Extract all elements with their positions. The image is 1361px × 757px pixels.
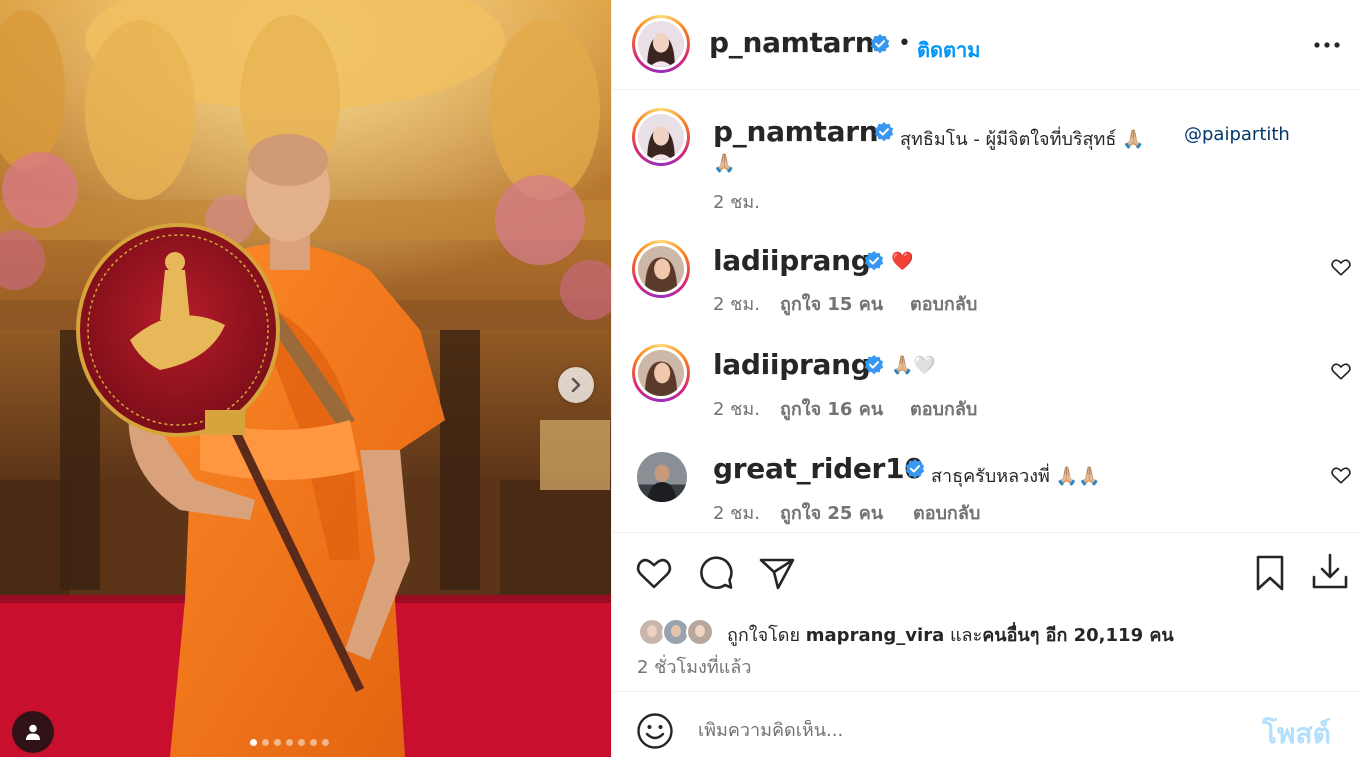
likes-user-link[interactable]: maprang_vira (806, 625, 944, 646)
comment-username[interactable]: ladiiprang (713, 244, 871, 277)
author-username[interactable]: p_namtarn (709, 26, 875, 59)
caption-text-continued: 🙏🏼 (713, 153, 736, 174)
next-arrow-icon (571, 377, 581, 393)
more-options-button[interactable] (1312, 30, 1342, 60)
download-icon[interactable] (1310, 551, 1350, 591)
caption-mention-link[interactable]: @paipartith (1184, 124, 1290, 145)
comment-likes-count[interactable]: ถูกใจ 15 คน (780, 289, 883, 318)
post-media[interactable] (0, 0, 611, 757)
carousel-dot (274, 739, 281, 746)
caption-username[interactable]: p_namtarn (713, 115, 879, 148)
carousel-dot (310, 739, 317, 746)
likes-prefix: ถูกใจโดย (727, 625, 801, 646)
post-side-panel: p_namtarn • ติดตาม p_namtarn สุทธิมโน - … (611, 0, 1361, 757)
carousel-dot (262, 739, 269, 746)
carousel-dot (298, 739, 305, 746)
post-comment-button[interactable]: โพสต์ (1262, 712, 1331, 756)
comment-username[interactable]: ladiiprang (713, 348, 871, 381)
more-options-icon (1314, 42, 1340, 48)
comment-text: ❤️ (891, 251, 914, 272)
next-slide-button[interactable] (558, 367, 594, 403)
tagged-users-button[interactable] (12, 711, 54, 753)
comment-username[interactable]: great_rider10 (713, 452, 924, 485)
verified-icon (905, 459, 925, 479)
verified-icon (870, 34, 890, 54)
bookmark-icon[interactable] (1250, 553, 1290, 593)
caption-text: สุทธิมโน - ผู้มีจิตใจที่บริสุทธ์ 🙏🏼 (900, 129, 1145, 150)
verified-icon (864, 355, 884, 375)
comment-time: 2 ชม. (713, 294, 760, 315)
header-separator: • (898, 31, 911, 56)
author-avatar[interactable] (632, 15, 690, 73)
reply-button[interactable]: ตอบกลับ (910, 289, 977, 318)
comment-likes-count[interactable]: ถูกใจ 25 คน (780, 498, 883, 527)
post-photo (0, 0, 611, 757)
comment-time: 2 ชม. (713, 399, 760, 420)
likes-others-link[interactable]: คนอื่นๆ อีก 20,119 คน (982, 625, 1173, 646)
user-tag-icon (26, 724, 40, 740)
post-header: p_namtarn • ติดตาม (612, 0, 1361, 90)
post-timestamp[interactable]: 2 ชั่วโมงที่แล้ว (637, 652, 751, 681)
comment-input[interactable] (698, 720, 1218, 741)
follow-button[interactable]: ติดตาม (917, 34, 980, 66)
carousel-indicator (250, 739, 329, 746)
comment-text: สาธุครับหลวงพี่ 🙏🏼🙏🏼 (931, 466, 1101, 487)
carousel-dot (322, 739, 329, 746)
carousel-dot (286, 739, 293, 746)
share-icon[interactable] (757, 553, 797, 593)
comment-likes-count[interactable]: ถูกใจ 16 คน (780, 394, 883, 423)
caption-avatar[interactable] (632, 108, 690, 166)
heart-icon[interactable] (1330, 360, 1352, 382)
verified-icon (864, 251, 884, 271)
comment-time: 2 ชม. (713, 503, 760, 524)
reply-button[interactable]: ตอบกลับ (913, 498, 980, 527)
carousel-dot (250, 739, 257, 746)
like-heart-icon[interactable] (634, 553, 674, 593)
verified-icon (874, 122, 894, 142)
caption-time: 2 ชม. (713, 192, 760, 213)
likes-connector: และ (949, 625, 983, 646)
commenter-avatar[interactable] (637, 452, 687, 502)
heart-icon[interactable] (1330, 464, 1352, 486)
likes-summary[interactable]: ถูกใจโดย maprang_vira และคนอื่นๆ อีก 20,… (727, 620, 1174, 649)
emoji-icon[interactable] (636, 712, 674, 750)
comment-composer: โพสต์ (612, 691, 1361, 757)
commenter-avatar[interactable] (632, 344, 690, 402)
reply-button[interactable]: ตอบกลับ (910, 394, 977, 423)
commenter-avatar[interactable] (632, 240, 690, 298)
comment-icon[interactable] (696, 553, 736, 593)
heart-icon[interactable] (1330, 256, 1352, 278)
comment-text: 🙏🏼🤍 (891, 355, 936, 376)
